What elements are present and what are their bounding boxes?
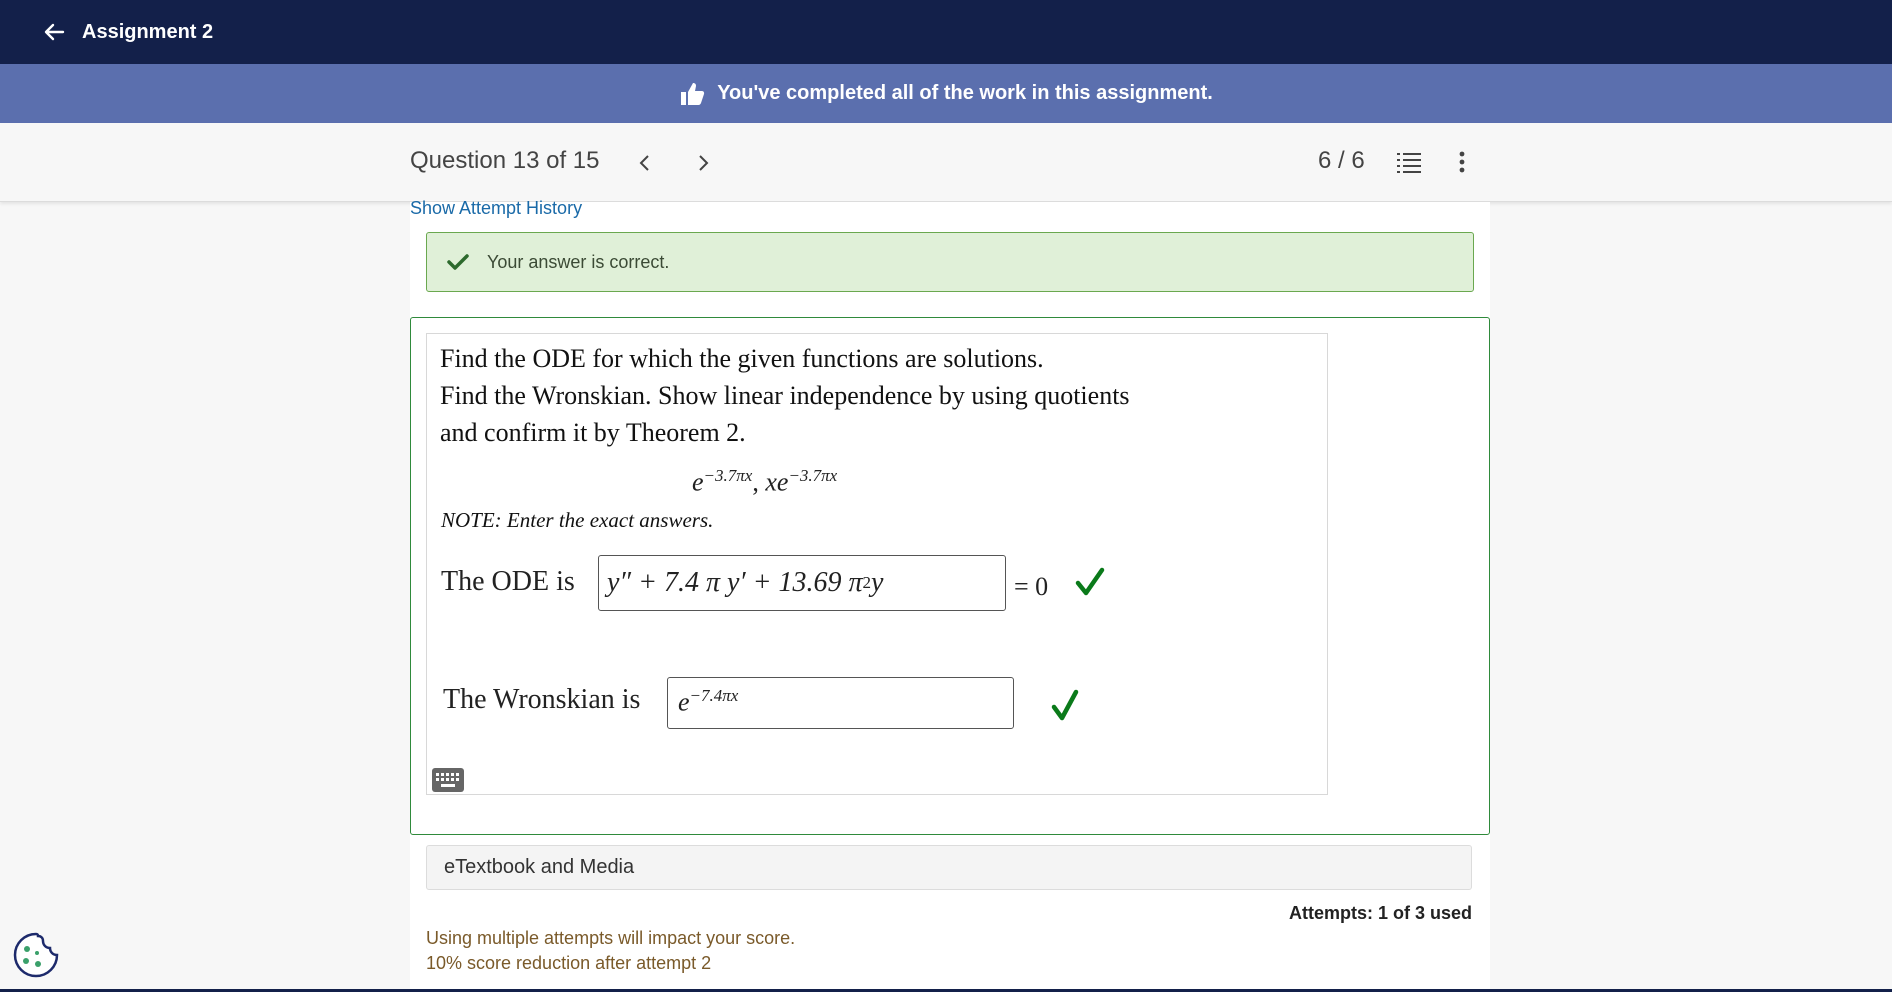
wronskian-answer-base: e: [678, 687, 690, 717]
assignment-title: Assignment 2: [82, 20, 214, 43]
wronskian-label: The Wronskian is: [443, 684, 641, 715]
check-icon: [1050, 688, 1080, 727]
attempts-counter: Attempts: 1 of 3 used: [1288, 903, 1472, 923]
warning-line: Using multiple attempts will impact your…: [426, 928, 796, 948]
keyboard-icon[interactable]: [431, 767, 465, 798]
function-1-exponent: −3.7πx: [703, 466, 753, 485]
warning-line: 10% score reduction after attempt 2: [426, 953, 712, 973]
wronskian-answer-exponent: −7.4πx: [689, 686, 739, 705]
kebab-menu-icon[interactable]: [1452, 150, 1472, 179]
ode-answer-main: y″ + 7.4 π y′ + 13.69 π: [607, 567, 863, 598]
function-2-exponent: −3.7πx: [788, 466, 838, 485]
completion-banner: You've completed all of the work in this…: [0, 64, 1892, 123]
check-icon: [447, 253, 469, 271]
correct-feedback: Your answer is correct.: [426, 232, 1474, 292]
ode-rhs: = 0: [1014, 572, 1049, 601]
ode-label: The ODE is: [441, 566, 575, 597]
function-separator: ,: [752, 467, 766, 497]
function-1-base: e: [692, 467, 704, 497]
attempt-warning: Using multiple attempts will impact your…: [426, 926, 795, 976]
prompt-line: Find the ODE for which the given functio…: [440, 344, 1044, 373]
completion-message: You've completed all of the work in this…: [717, 82, 1213, 104]
chevron-right-icon[interactable]: [689, 149, 717, 177]
top-bar: Assignment 2: [0, 0, 1892, 64]
function-2-base: xe: [765, 467, 789, 497]
question-counter: Question 13 of 15: [410, 147, 600, 174]
list-icon[interactable]: [1396, 150, 1422, 179]
ode-answer-exponent: 2: [862, 573, 872, 592]
question-score: 6 / 6: [1318, 147, 1365, 174]
thumbs-up-icon: [679, 81, 705, 107]
wronskian-answer-field[interactable]: e−7.4πx: [667, 677, 1014, 729]
note-text: NOTE: Enter the exact answers.: [441, 508, 714, 532]
ode-answer-field[interactable]: y″ + 7.4 π y′ + 13.69 π2 y: [598, 555, 1006, 611]
feedback-message: Your answer is correct.: [487, 251, 670, 272]
question-bar: Question 13 of 15 6 / 6: [0, 123, 1892, 202]
question-prompt: Find the ODE for which the given functio…: [440, 340, 1320, 451]
ode-answer-tail: y: [871, 567, 884, 598]
cookie-icon[interactable]: [12, 931, 60, 984]
check-icon: [1074, 566, 1106, 603]
chevron-left-icon[interactable]: [631, 149, 659, 177]
show-attempt-history-link[interactable]: Show Attempt History: [410, 198, 582, 219]
given-functions: e−3.7πx, xe−3.7πx: [692, 466, 837, 498]
etextbook-media-panel[interactable]: eTextbook and Media: [426, 845, 1472, 890]
prompt-line: and confirm it by Theorem 2.: [440, 418, 746, 447]
prompt-line: Find the Wronskian. Show linear independ…: [440, 381, 1130, 410]
back-arrow-icon[interactable]: [40, 18, 68, 46]
